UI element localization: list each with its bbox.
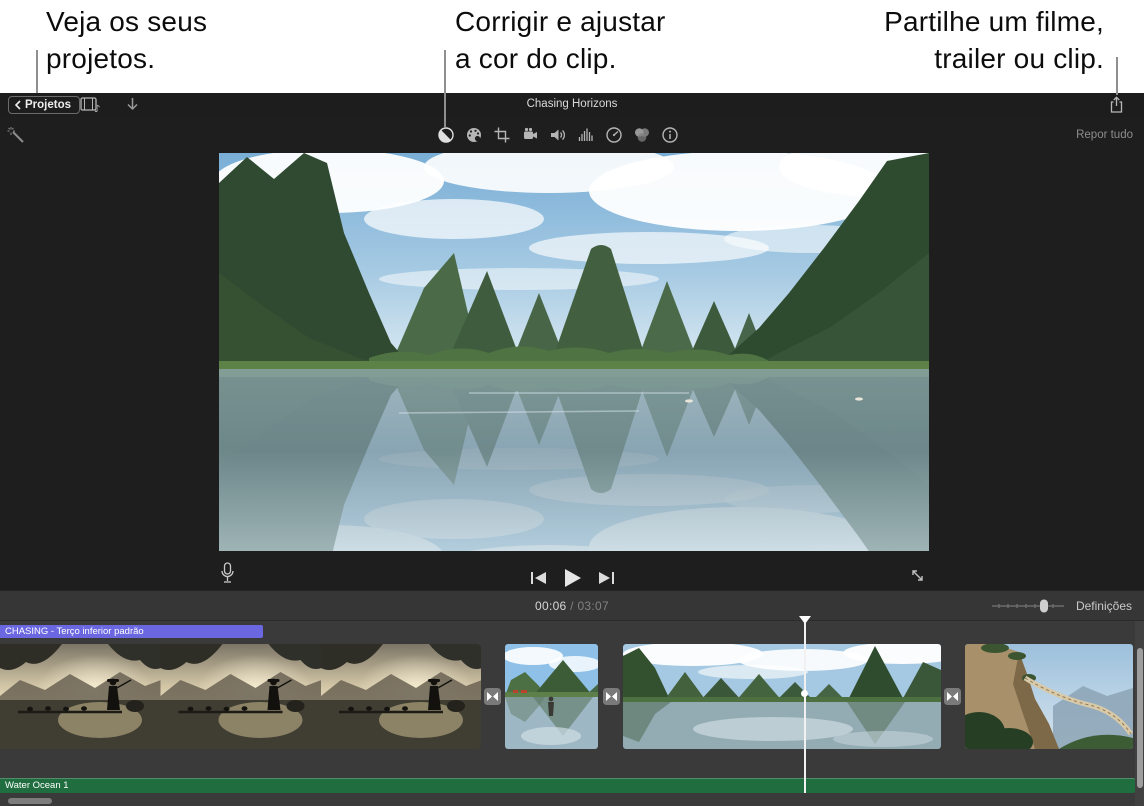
video-preview-image (219, 153, 929, 551)
play-icon[interactable] (563, 568, 582, 588)
timecode-total: 03:07 (577, 599, 609, 613)
speed-icon[interactable] (605, 126, 623, 144)
callout-share-line1: Partilhe um filme, (884, 6, 1104, 37)
callout-line-color (444, 50, 446, 127)
callout-projects: Veja os seus projetos. (46, 3, 207, 77)
adjustment-toolbar (437, 126, 679, 144)
playhead-dot (801, 690, 808, 697)
title-clip[interactable]: CHASING - Terço inferior padrão (0, 625, 263, 638)
video-track (0, 644, 1144, 749)
callout-color: Corrigir e ajustar a cor do clip. (455, 3, 666, 77)
timecode-separator: / (570, 599, 574, 613)
callout-projects-line2: projetos. (46, 43, 156, 74)
transition-icon[interactable] (603, 688, 620, 705)
timeline-zoom-slider[interactable] (991, 599, 1065, 613)
timecode-strip: 00:06 / 03:07 Definições (0, 590, 1144, 620)
reset-all-button[interactable]: Repor tudo (1076, 129, 1133, 141)
callout-line-share (1116, 57, 1118, 95)
video-preview (219, 153, 929, 551)
timeline-clip-3[interactable] (623, 644, 941, 749)
timecode-current: 00:06 (535, 599, 567, 613)
viewer-pane: Repor tudo (0, 117, 1144, 590)
magic-wand-icon[interactable] (7, 126, 26, 145)
timecode: 00:06 / 03:07 (0, 599, 1144, 613)
top-toolbar: Projetos ♪ Chasing Horizons (0, 93, 1144, 117)
project-title: Chasing Horizons (526, 98, 618, 110)
clip-filter-icon[interactable] (633, 126, 651, 144)
transition-icon[interactable] (484, 688, 501, 705)
timeline-clip-2[interactable] (505, 644, 598, 749)
settings-button[interactable]: Definições (1076, 599, 1132, 613)
playhead-handle-icon[interactable] (799, 616, 811, 624)
stabilization-icon[interactable] (521, 126, 539, 144)
noise-reduction-icon[interactable] (577, 126, 595, 144)
zoom-slider-thumb[interactable] (1040, 599, 1048, 613)
timeline: CHASING - Terço inferior padrão Water Oc… (0, 620, 1144, 806)
share-icon[interactable] (1109, 96, 1124, 114)
callout-line-projects (36, 50, 38, 93)
timeline-clip-1[interactable] (0, 644, 481, 749)
fullscreen-icon[interactable] (909, 567, 926, 584)
info-icon[interactable] (661, 126, 679, 144)
volume-icon[interactable] (549, 126, 567, 144)
timeline-clip-4[interactable] (965, 644, 1133, 749)
skip-back-icon[interactable] (530, 570, 547, 586)
horizontal-scrollbar[interactable] (8, 798, 52, 804)
vertical-scrollbar[interactable] (1137, 648, 1143, 788)
callout-projects-line1: Veja os seus (46, 6, 208, 37)
color-balance-icon[interactable] (437, 126, 455, 144)
callout-share-line2: trailer ou clip. (934, 43, 1104, 74)
color-correction-icon[interactable] (465, 126, 483, 144)
playhead[interactable] (804, 623, 806, 793)
transport-controls (0, 566, 1144, 590)
transition-icon[interactable] (944, 688, 961, 705)
skip-forward-icon[interactable] (598, 570, 615, 586)
callout-color-line1: Corrigir e ajustar (455, 6, 666, 37)
callout-share: Partilhe um filme, trailer ou clip. (884, 3, 1104, 77)
audio-clip[interactable]: Water Ocean 1 (0, 778, 1135, 793)
callout-color-line2: a cor do clip. (455, 43, 617, 74)
crop-icon[interactable] (493, 126, 511, 144)
